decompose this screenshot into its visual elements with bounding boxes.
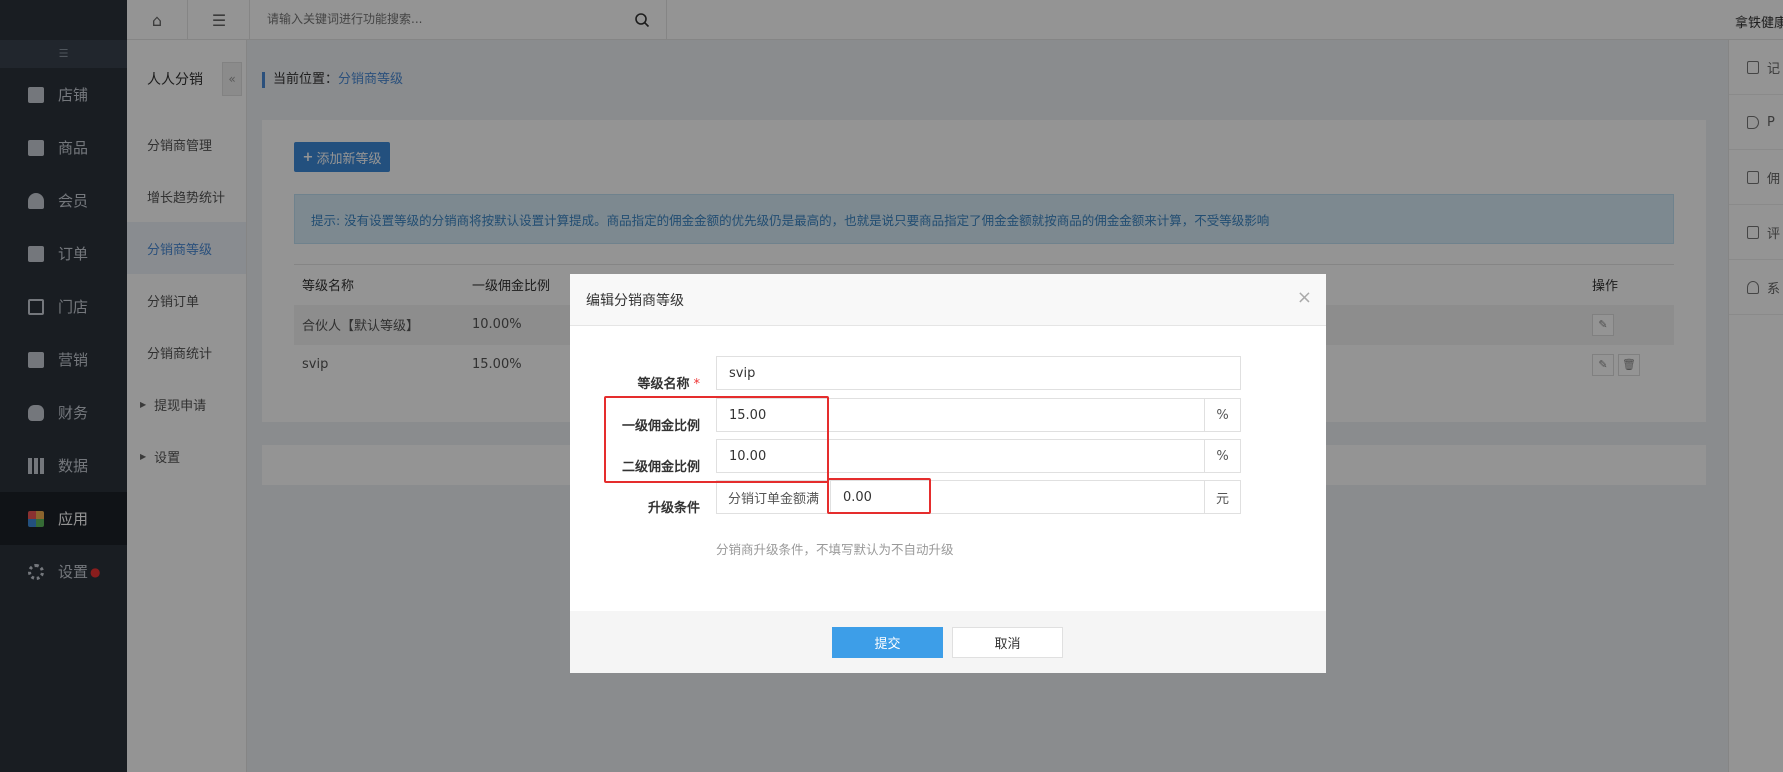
level-name-input[interactable]: svip	[716, 356, 1241, 390]
modal-body: 等级名称 * svip 一级佣金比例 15.00 % 二级佣金比例 10.00 %…	[570, 326, 1326, 609]
level2-percent-addon: %	[1204, 439, 1241, 473]
annotation-highlight-rates	[604, 396, 829, 483]
modal-footer	[570, 611, 1326, 673]
required-marker: *	[693, 377, 701, 392]
upgrade-unit-addon: 元	[1204, 480, 1241, 514]
close-icon[interactable]: ×	[1297, 288, 1312, 308]
submit-button[interactable]: 提交	[832, 627, 943, 658]
modal-title: 编辑分销商等级	[586, 292, 684, 309]
edit-level-modal: 编辑分销商等级 × 等级名称 * svip 一级佣金比例 15.00 % 二级佣金…	[570, 274, 1326, 673]
upgrade-prefix-addon: 分销订单金额满	[716, 480, 831, 514]
cancel-button[interactable]: 取消	[952, 627, 1063, 658]
upgrade-condition-label: 升级条件	[647, 501, 700, 516]
upgrade-help-text: 分销商升级条件，不填写默认为不自动升级	[716, 542, 954, 557]
annotation-highlight-upgrade	[827, 478, 931, 514]
modal-header: 编辑分销商等级 ×	[570, 274, 1326, 326]
level1-percent-addon: %	[1204, 398, 1241, 432]
level-name-label: 等级名称 *	[637, 377, 701, 392]
